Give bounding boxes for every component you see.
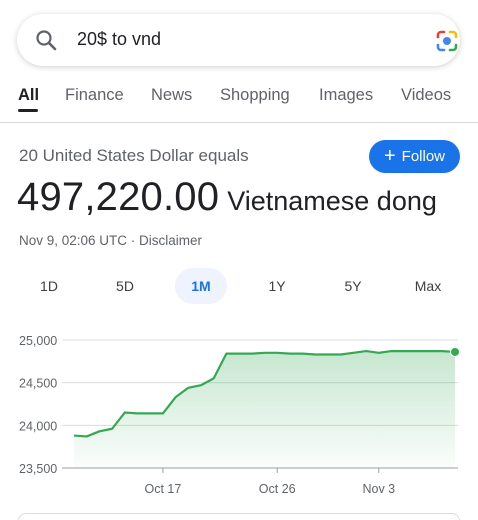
tab-all[interactable]: All: [18, 86, 39, 105]
search-input[interactable]: 20$ to vnd: [77, 29, 161, 50]
rate-meta: Nov 9, 02:06 UTC · Disclaimer: [19, 233, 202, 248]
x-tick-label: Nov 3: [362, 482, 395, 496]
y-tick-label: 25,000: [19, 334, 57, 348]
range-tab-5d[interactable]: 5D: [99, 268, 151, 304]
current-value-dot: [450, 346, 460, 357]
follow-button[interactable]: + Follow: [369, 140, 460, 173]
tab-videos[interactable]: Videos: [401, 86, 451, 105]
exchange-rate-chart[interactable]: 25,000 24,500 24,000 23,500 Oct 17 Oct 26 Nov …: [0, 325, 478, 500]
y-tick-label: 24,000: [19, 419, 57, 433]
range-tab-1y[interactable]: 1Y: [251, 268, 303, 304]
range-tab-max[interactable]: Max: [402, 268, 454, 304]
search-tabs: All Finance News Shopping Images Videos: [0, 82, 478, 122]
tabs-divider: [0, 122, 478, 123]
tab-images[interactable]: Images: [319, 86, 373, 105]
meta-separator: ·: [127, 233, 140, 248]
search-bar[interactable]: 20$ to vnd: [17, 14, 460, 66]
range-tab-5y[interactable]: 5Y: [327, 268, 379, 304]
tab-shopping[interactable]: Shopping: [220, 86, 290, 105]
conversion-from-label: 20 United States Dollar equals: [19, 146, 249, 165]
x-tick-label: Oct 26: [259, 482, 296, 496]
timestamp: Nov 9, 02:06 UTC: [19, 233, 128, 248]
disclaimer-link[interactable]: Disclaimer: [139, 233, 202, 248]
google-lens-icon[interactable]: [434, 28, 460, 54]
y-tick-label: 23,500: [19, 462, 57, 476]
range-tabs: 1D 5D 1M 1Y 5Y Max: [0, 268, 478, 304]
area-fill: [74, 351, 455, 468]
plus-icon: +: [383, 144, 396, 167]
follow-button-label: Follow: [401, 148, 446, 165]
tab-finance[interactable]: Finance: [65, 86, 124, 105]
search-icon[interactable]: [34, 28, 58, 52]
result-unit: Vietnamese dong: [227, 186, 437, 216]
tab-news[interactable]: News: [151, 86, 192, 105]
active-tab-indicator: [18, 109, 38, 112]
x-tick-label: Oct 17: [144, 482, 181, 496]
range-tab-1d[interactable]: 1D: [23, 268, 75, 304]
range-tab-1m[interactable]: 1M: [175, 268, 227, 304]
conversion-result: 497,220.00 Vietnamese dong: [17, 175, 437, 220]
next-card: [18, 513, 460, 520]
y-tick-label: 24,500: [19, 377, 57, 391]
result-value: 497,220.00: [17, 175, 220, 219]
